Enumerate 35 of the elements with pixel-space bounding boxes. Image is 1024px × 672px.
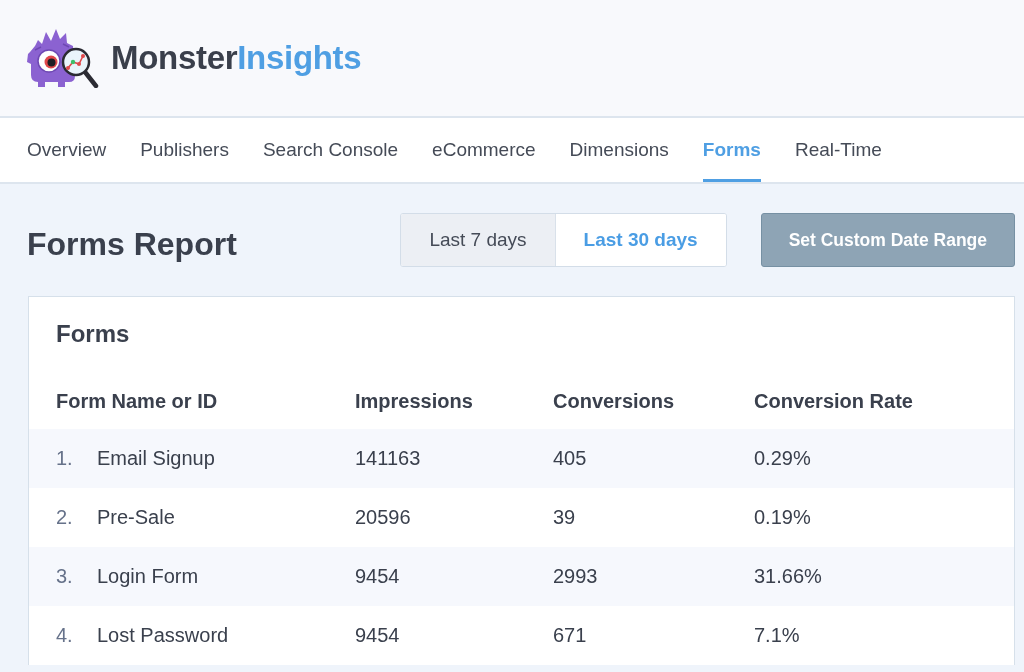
impressions-value: 9454 xyxy=(355,565,401,588)
impressions-value: 141163 xyxy=(355,447,422,470)
nav-tab[interactable]: eCommerce xyxy=(432,118,536,182)
row-number: 1. xyxy=(56,447,74,470)
conversion-rate-value: 7.1% xyxy=(754,624,801,647)
card-title: Forms xyxy=(56,319,131,349)
column-header: Conversions xyxy=(553,389,676,413)
monster-icon xyxy=(27,28,100,88)
form-name: Lost Password xyxy=(97,624,229,647)
row-number: 4. xyxy=(56,624,74,647)
row-number: 3. xyxy=(56,565,74,588)
column-header: Conversion Rate xyxy=(754,389,914,413)
date-range-option[interactable]: Last 7 days xyxy=(401,214,555,266)
conversions-value: 39 xyxy=(553,506,577,529)
nav-tab[interactable]: Publishers xyxy=(140,118,229,182)
row-number: 2. xyxy=(56,506,74,529)
column-header: Form Name or ID xyxy=(56,389,219,413)
form-name: Pre-Sale xyxy=(97,506,175,529)
conversions-value: 405 xyxy=(553,447,588,470)
conversion-rate-value: 0.29% xyxy=(754,447,812,470)
conversion-rate-value: 0.19% xyxy=(754,506,812,529)
column-header: Impressions xyxy=(355,389,474,413)
logo-wordmark: MonsterInsights xyxy=(111,38,362,78)
conversions-value: 2993 xyxy=(553,565,599,588)
conversion-rate-value: 31.66% xyxy=(754,565,823,588)
nav-tab[interactable]: Dimensions xyxy=(569,118,669,182)
nav-tab[interactable]: Real-Time xyxy=(794,118,882,182)
form-name: Email Signup xyxy=(97,447,215,470)
nav-tab[interactable]: Overview xyxy=(27,118,107,182)
page-title: Forms Report xyxy=(27,224,237,263)
impressions-value: 20596 xyxy=(355,506,412,529)
form-name: Login Form xyxy=(97,565,199,588)
conversions-value: 671 xyxy=(553,624,588,647)
nav-tab[interactable]: Search Console xyxy=(262,118,399,182)
impressions-value: 9454 xyxy=(355,624,401,647)
